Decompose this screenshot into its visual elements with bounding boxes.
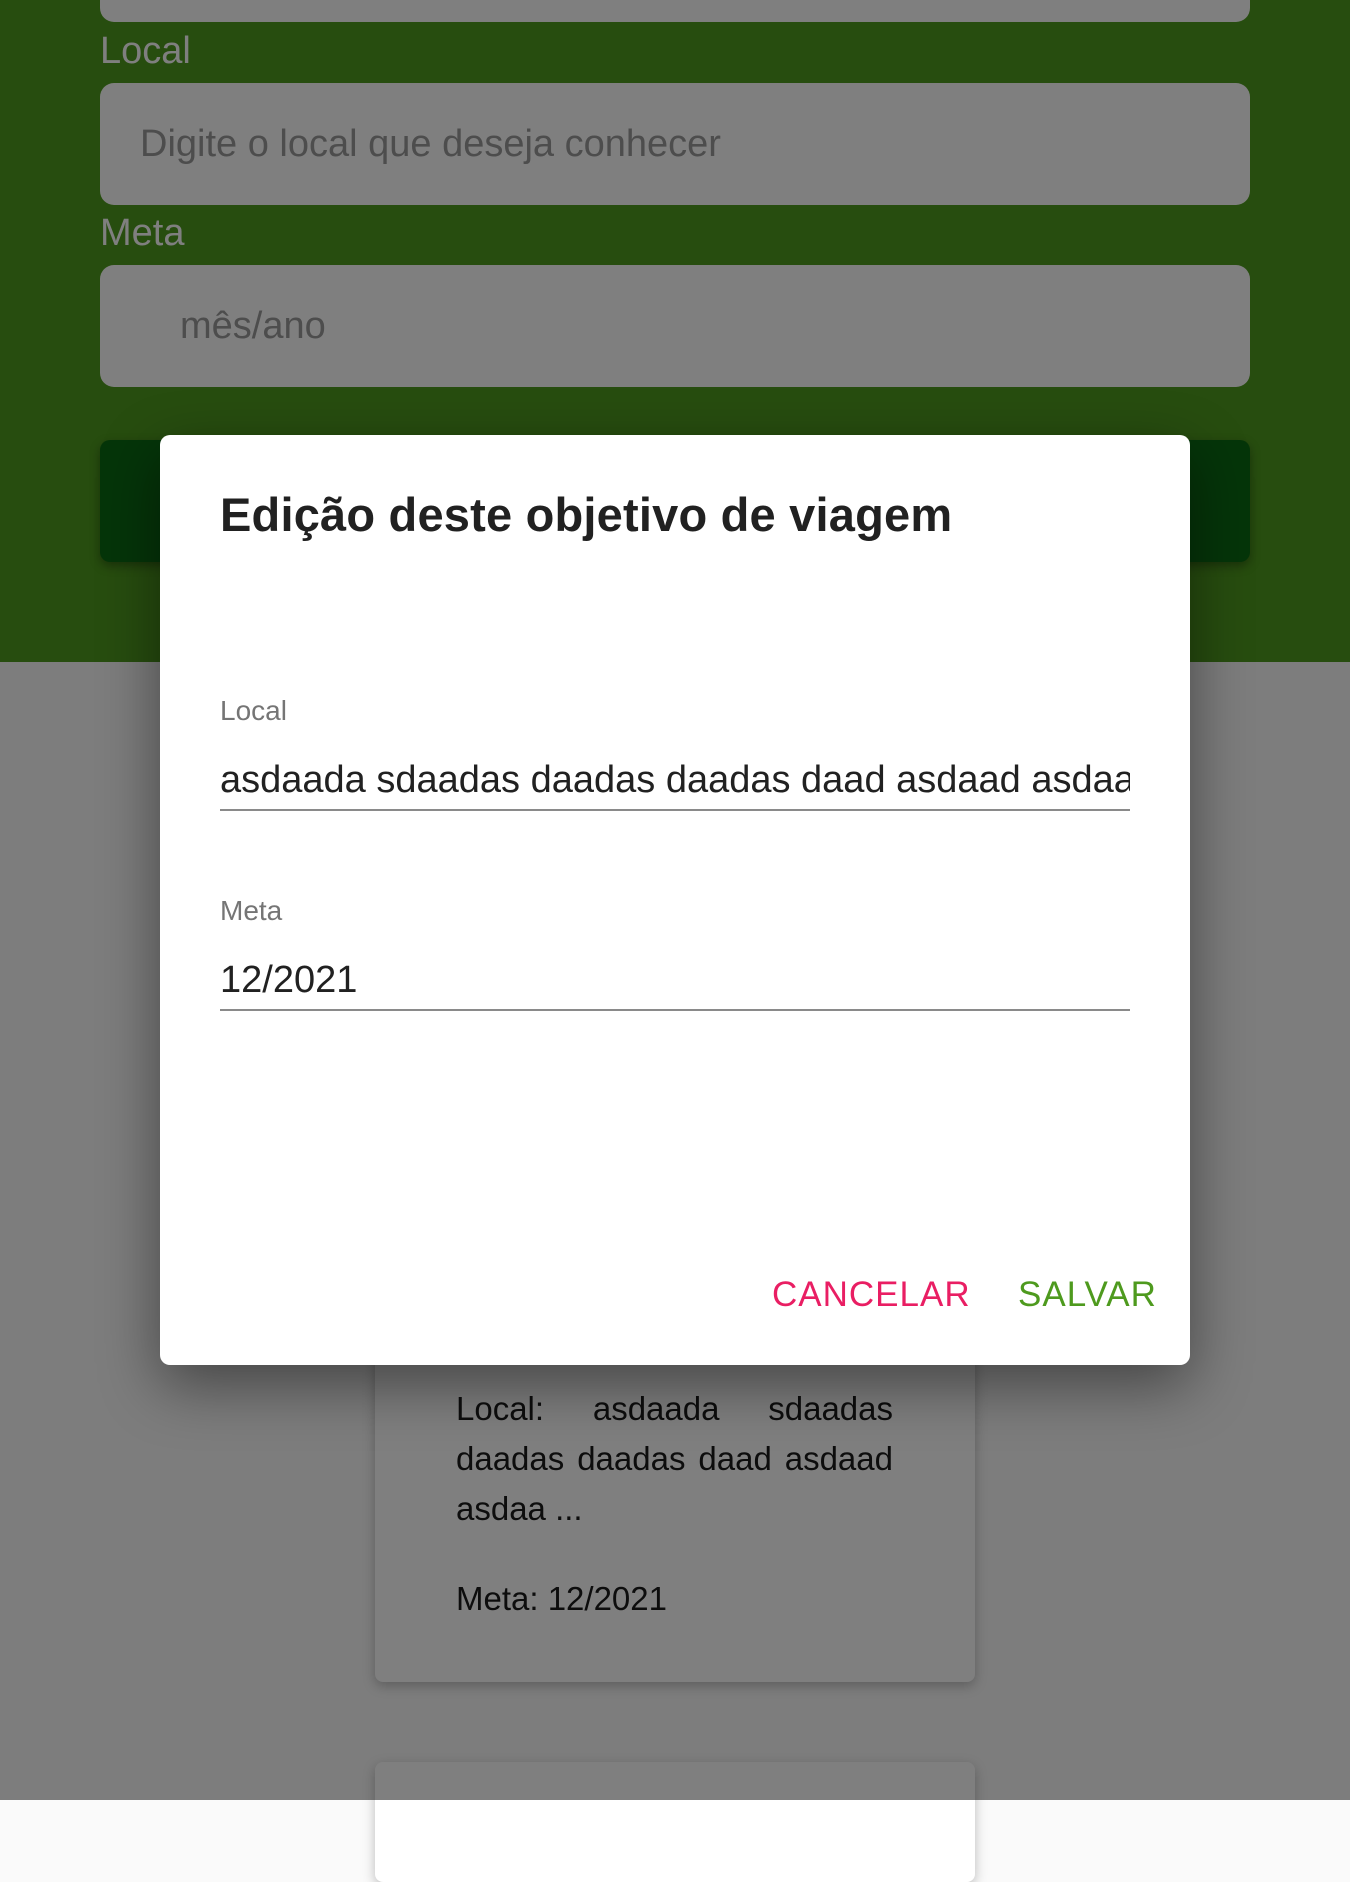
save-button[interactable]: SALVAR: [1018, 1275, 1157, 1315]
dialog-meta-input[interactable]: [220, 951, 1130, 1011]
dialog-local-input[interactable]: [220, 751, 1130, 811]
dialog-local-label: Local: [220, 695, 287, 726]
dialog-title: Edição deste objetivo de viagem: [220, 488, 953, 541]
edit-goal-dialog: Edição deste objetivo de viagem Local Me…: [160, 435, 1190, 1365]
dialog-meta-label: Meta: [220, 895, 283, 926]
cancel-button[interactable]: CANCELAR: [772, 1275, 971, 1315]
